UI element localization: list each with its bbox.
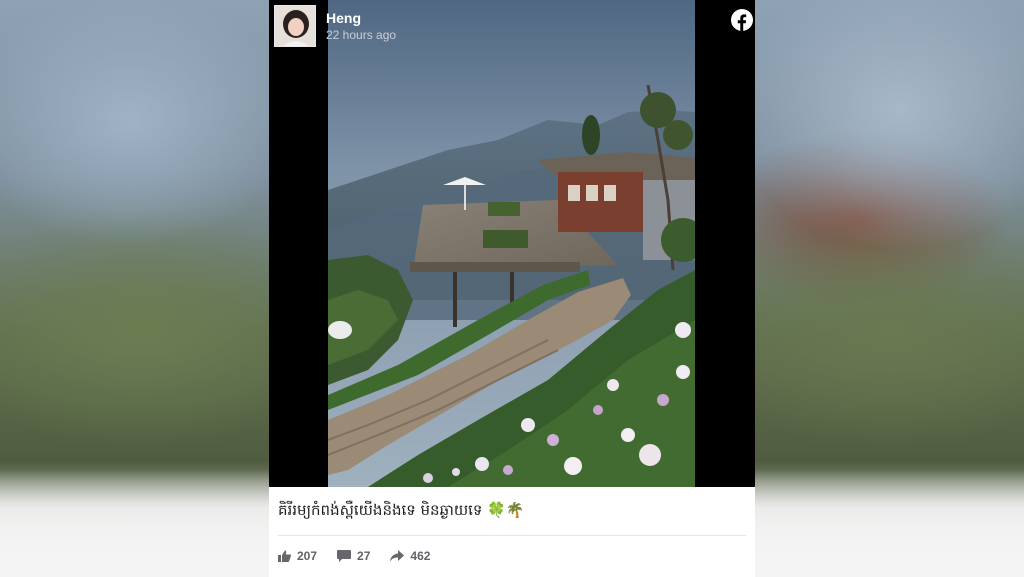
like-count-value: 207 [297, 549, 318, 563]
like-count[interactable]: 207 [278, 549, 317, 563]
comment-count-value: 27 [357, 549, 371, 563]
share-count[interactable]: 462 [390, 549, 430, 563]
comment-count[interactable]: 27 [337, 549, 370, 563]
author-avatar[interactable] [274, 5, 316, 47]
share-count-value: 462 [410, 549, 431, 563]
comment-icon [337, 550, 352, 562]
post-timestamp[interactable]: 22 hours ago [326, 28, 396, 42]
post-stats: 207 27 462 [278, 547, 450, 565]
share-arrow-icon [390, 550, 405, 562]
post-photo[interactable] [328, 0, 695, 487]
author-name[interactable]: Heng [326, 10, 361, 26]
facebook-icon[interactable] [731, 9, 753, 31]
post-header: Heng 22 hours ago [273, 4, 753, 50]
divider [278, 535, 746, 536]
post-media[interactable]: Heng 22 hours ago [269, 0, 755, 487]
post-caption: គិរីរម្យកំពង់ស្ពឺយើងនិងទេ មិនឆ្ងាយទេ 🍀🌴 [278, 501, 525, 519]
thumbs-up-icon [278, 550, 291, 562]
social-post-card: Heng 22 hours ago គិរីរម្យកំពង់ស្ពឺយើងនិ… [269, 0, 755, 577]
